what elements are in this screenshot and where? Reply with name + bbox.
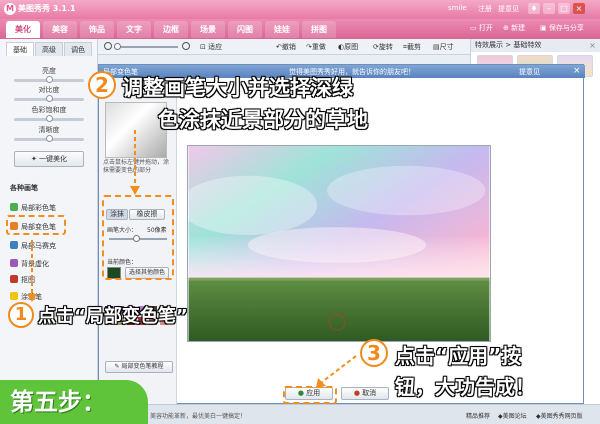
arrow-head: [130, 186, 140, 195]
arrow-step3: [321, 355, 357, 383]
annotation-arrows: [27, 130, 357, 388]
step-label: 第五步：: [0, 380, 148, 424]
arrow-head: [316, 378, 326, 388]
arrow-head: [27, 294, 37, 302]
